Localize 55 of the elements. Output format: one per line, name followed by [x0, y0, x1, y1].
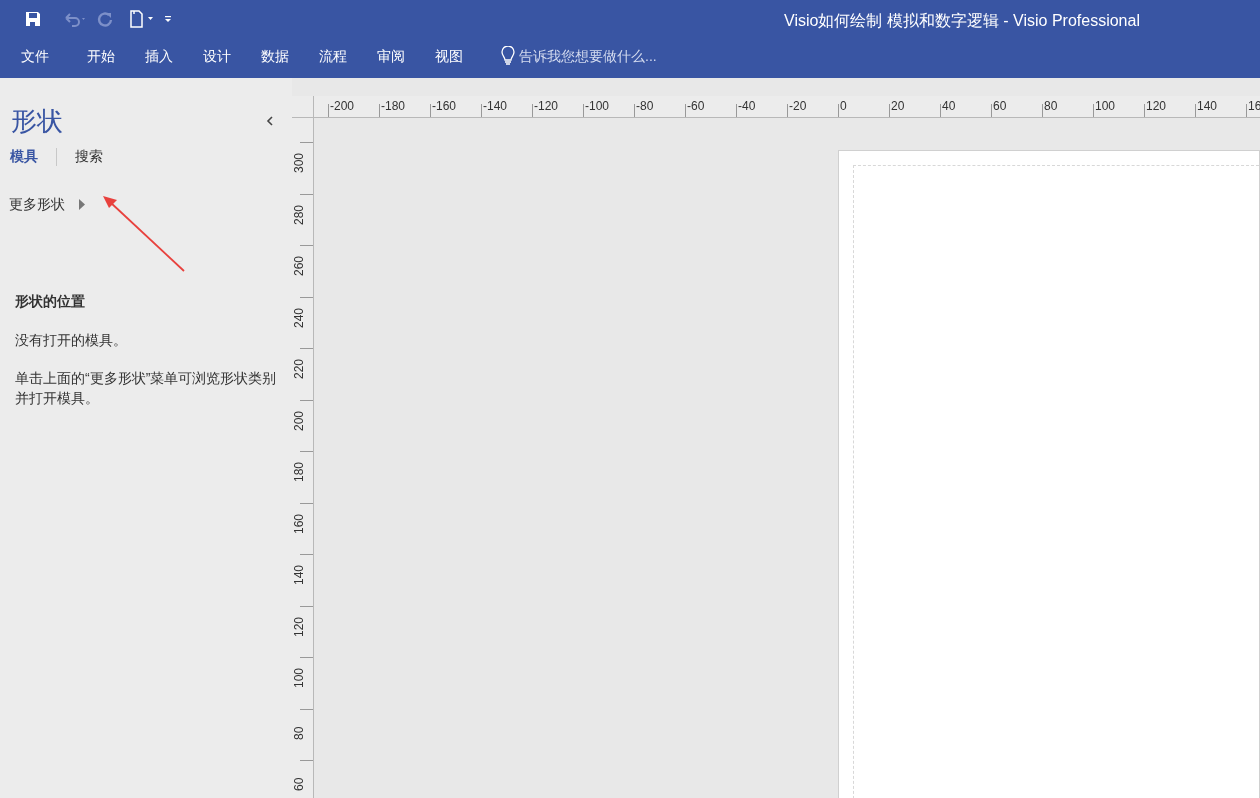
more-shapes-menu[interactable]: 更多形状 — [9, 194, 65, 215]
ruler-label: 300 — [292, 152, 306, 173]
ruler-label: 240 — [292, 307, 306, 328]
ruler-label: 40 — [942, 99, 956, 113]
ruler-label: 140 — [1197, 99, 1218, 113]
ruler-label: 100 — [292, 667, 306, 688]
ruler-label: -180 — [381, 99, 406, 113]
ruler-label: 120 — [292, 616, 306, 637]
ruler-label: 100 — [1095, 99, 1116, 113]
pane-title: 形状 — [11, 105, 63, 138]
ruler-label: -200 — [330, 99, 355, 113]
ruler-label: 60 — [993, 99, 1007, 113]
customize-icon[interactable] — [164, 14, 172, 24]
ruler-label: 180 — [292, 461, 306, 482]
tell-me-field[interactable]: 告诉我您想要做什么... — [519, 45, 657, 67]
ribbon-tab[interactable]: 审阅 — [377, 45, 405, 67]
ribbon-tab[interactable]: 设计 — [203, 45, 231, 67]
ruler-label: 20 — [891, 99, 905, 113]
ruler-label: -120 — [534, 99, 559, 113]
page-icon[interactable] — [128, 10, 154, 28]
ruler-label: 80 — [292, 726, 306, 740]
ruler-label: 0 — [840, 99, 847, 113]
pane-tab[interactable]: 模具 — [10, 146, 38, 167]
ruler-label: 280 — [292, 204, 306, 225]
ruler-label: -80 — [636, 99, 654, 113]
ruler-label: 16 — [1248, 99, 1260, 113]
ruler-label: -60 — [687, 99, 705, 113]
ribbon-tab[interactable]: 插入 — [145, 45, 173, 67]
ruler-label: 80 — [1044, 99, 1058, 113]
ruler-label: 160 — [292, 513, 306, 534]
info-text: 没有打开的模具。 — [15, 331, 128, 350]
info-text: 单击上面的“更多形状”菜单可浏览形状类别并打开模具。 — [15, 369, 278, 408]
ruler-label: -140 — [483, 99, 508, 113]
lightbulb-icon — [501, 46, 515, 66]
section-heading: 形状的位置 — [15, 292, 86, 311]
window-title: Visio如何绘制 模拟和数字逻辑 - Visio Professional — [784, 11, 1140, 31]
ruler-label: -160 — [432, 99, 457, 113]
ruler-label: 60 — [292, 777, 306, 791]
ribbon-tab[interactable]: 文件 — [21, 45, 49, 67]
ribbon-tab[interactable]: 视图 — [435, 45, 463, 67]
save-icon[interactable] — [24, 10, 42, 28]
ruler-label: 200 — [292, 410, 306, 431]
ruler-label: 220 — [292, 358, 306, 379]
ruler-label: -100 — [585, 99, 610, 113]
ribbon-tab[interactable]: 数据 — [261, 45, 289, 67]
ruler-label: -20 — [789, 99, 807, 113]
ribbon-tab[interactable]: 流程 — [319, 45, 347, 67]
ruler-label: 140 — [292, 564, 306, 585]
ruler-label: 260 — [292, 255, 306, 276]
pane-tab[interactable]: 搜索 — [75, 146, 103, 167]
ruler-label: 120 — [1146, 99, 1167, 113]
ribbon-tab[interactable]: 开始 — [87, 45, 115, 67]
expand-arrow-icon[interactable] — [79, 199, 85, 210]
ruler-label: -40 — [738, 99, 756, 113]
collapse-icon[interactable] — [266, 116, 274, 126]
